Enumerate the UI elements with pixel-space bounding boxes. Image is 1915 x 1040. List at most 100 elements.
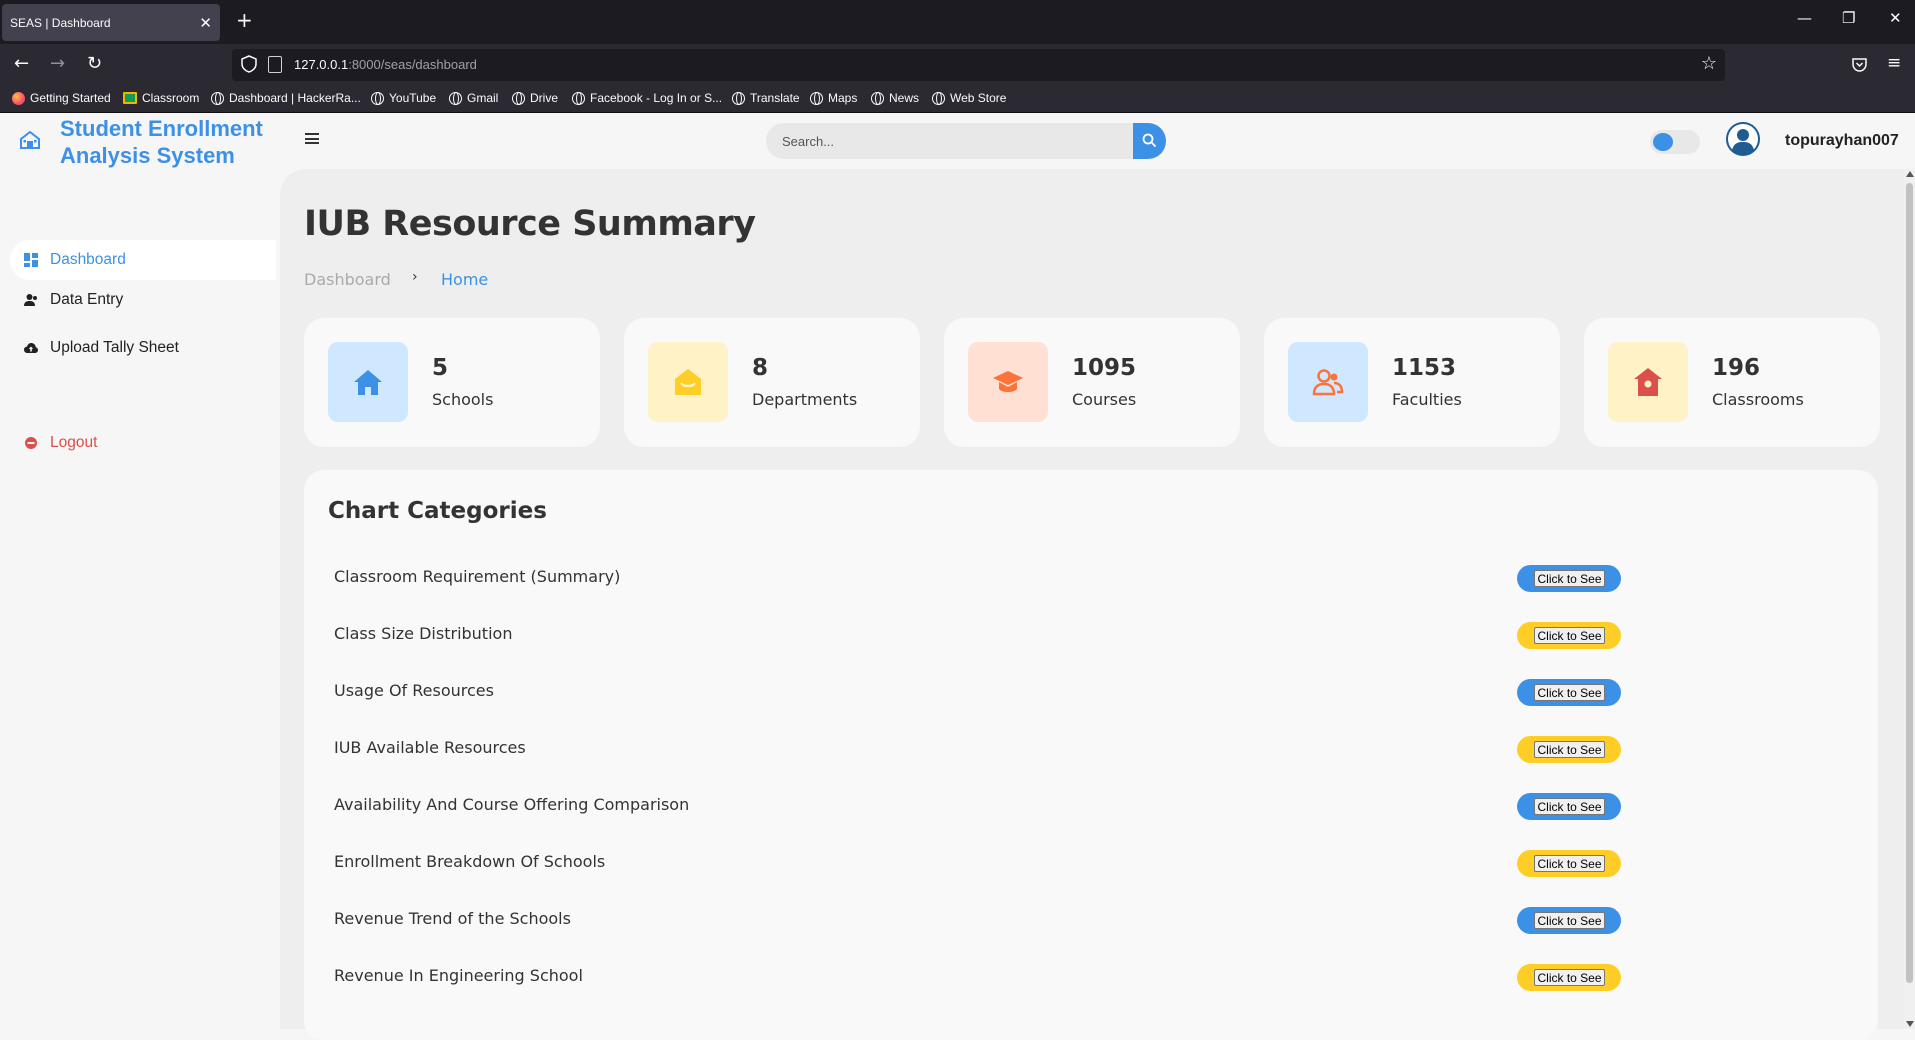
reload-icon[interactable]: ↻ <box>87 54 102 74</box>
globe-icon <box>211 91 224 105</box>
username[interactable]: topurayhan007 <box>1785 132 1899 150</box>
stat-card-faculties: 1153 Faculties <box>1264 318 1560 447</box>
url-path: :8000/seas/dashboard <box>348 57 477 72</box>
brand-line2: Analysis System <box>60 143 235 168</box>
bookmark-label: Dashboard | HackerRa... <box>229 91 361 105</box>
bookmark-label: Classroom <box>142 91 200 105</box>
window-close-icon[interactable]: ✕ <box>1889 11 1902 26</box>
chart-row: Availability And Course Offering Compari… <box>304 787 1878 827</box>
bookmark-drive[interactable]: Drive <box>512 91 558 105</box>
click-to-see-button[interactable]: Click to See <box>1534 912 1605 929</box>
pocket-icon[interactable] <box>1851 56 1868 73</box>
sidebar-item-upload-tally-sheet[interactable]: Upload Tally Sheet <box>10 328 276 368</box>
bookmark-web-store[interactable]: Web Store <box>932 91 1006 105</box>
browser-tab[interactable]: SEAS | Dashboard ✕ <box>2 4 220 41</box>
click-to-see-button[interactable]: Click to See <box>1534 570 1605 587</box>
stat-value: 196 <box>1712 355 1761 381</box>
url-host: 127.0.0.1 <box>294 57 349 72</box>
sidebar-item-data-entry[interactable]: Data Entry <box>10 280 276 320</box>
click-to-see-button[interactable]: Click to See <box>1534 969 1605 986</box>
bookmark-gmail[interactable]: Gmail <box>449 91 498 105</box>
sidebar-item-dashboard[interactable]: Dashboard <box>10 240 276 280</box>
bookmark-getting-started[interactable]: Getting Started <box>12 91 111 105</box>
classroom-icon <box>1634 368 1662 396</box>
bookmark-label: YouTube <box>389 91 437 105</box>
chart-row: Classroom Requirement (Summary) Click to… <box>304 559 1878 599</box>
bookmark-youtube[interactable]: YouTube <box>371 91 436 105</box>
stat-icon-box <box>1288 342 1368 422</box>
bookmark-label: Drive <box>530 91 559 105</box>
menu-icon[interactable]: ≡ <box>1887 53 1901 73</box>
breadcrumb-dashboard[interactable]: Dashboard <box>304 270 391 289</box>
click-to-see-button[interactable]: Click to See <box>1534 684 1605 701</box>
bookmark-label: News <box>889 91 920 105</box>
school-logo-icon <box>20 131 40 149</box>
url-bar[interactable]: 127.0.0.1:8000/seas/dashboard ☆ <box>232 49 1725 81</box>
scroll-thumb[interactable] <box>1906 183 1913 983</box>
breadcrumb-home[interactable]: Home <box>441 270 488 289</box>
bookmark-star-icon[interactable]: ☆ <box>1701 53 1717 74</box>
dark-mode-switch[interactable] <box>1650 130 1700 154</box>
status-pill: Click to See <box>1517 622 1621 649</box>
click-to-see-button[interactable]: Click to See <box>1534 798 1605 815</box>
stat-icon-box <box>648 342 728 422</box>
bookmark-classroom[interactable]: Classroom <box>123 91 199 105</box>
minimize-icon[interactable]: — <box>1797 11 1812 26</box>
stat-label: Schools <box>432 390 494 409</box>
bookmark-label: Web Store <box>950 91 1007 105</box>
avatar[interactable] <box>1726 122 1760 156</box>
globe-icon <box>572 91 585 105</box>
chart-row: Enrollment Breakdown Of Schools Click to… <box>304 844 1878 884</box>
globe-icon <box>449 91 462 105</box>
stat-value: 5 <box>432 355 449 381</box>
status-pill: Click to See <box>1517 679 1621 706</box>
close-tab-icon[interactable]: ✕ <box>199 14 212 32</box>
user-icon <box>24 294 37 306</box>
bookmark-translate[interactable]: Translate <box>732 91 800 105</box>
classroom-icon <box>123 92 137 104</box>
chart-row: IUB Available Resources Click to See <box>304 730 1878 770</box>
stat-card-classrooms: 196 Classrooms <box>1584 318 1880 447</box>
stat-card-schools: 5 Schools <box>304 318 600 447</box>
shield-icon <box>241 55 257 73</box>
status-pill: Click to See <box>1517 565 1621 592</box>
bookmarks-bar: Getting Started Classroom Dashboard | Ha… <box>0 86 1915 113</box>
status-pill: Click to See <box>1517 964 1621 991</box>
stat-value: 1153 <box>1392 355 1457 381</box>
home-icon <box>354 370 382 395</box>
scroll-up-arrow-icon[interactable] <box>1906 171 1914 177</box>
chart-categories-panel: Chart Categories Classroom Requirement (… <box>304 470 1878 1040</box>
new-tab-icon[interactable]: + <box>236 10 253 30</box>
stat-label: Classrooms <box>1712 390 1804 409</box>
forward-icon[interactable]: → <box>50 54 65 74</box>
scroll-down-arrow-icon[interactable] <box>1906 1021 1914 1027</box>
stat-icon-box <box>1608 342 1688 422</box>
bookmark-facebook[interactable]: Facebook - Log In or S... <box>572 91 722 105</box>
search-icon <box>1142 133 1157 148</box>
click-to-see-button[interactable]: Click to See <box>1534 855 1605 872</box>
sidebar-item-label: Upload Tally Sheet <box>50 339 179 356</box>
globe-icon <box>871 91 884 105</box>
back-icon[interactable]: ← <box>14 54 29 74</box>
brand-title[interactable]: Student Enrollment Analysis System <box>60 115 280 169</box>
sidebar-item-logout[interactable]: Logout <box>10 423 276 463</box>
globe-icon <box>512 91 525 105</box>
search-button[interactable] <box>1133 123 1166 159</box>
logout-label: Logout <box>50 434 98 451</box>
restore-icon[interactable]: ❐ <box>1842 11 1855 26</box>
stat-card-departments: 8 Departments <box>624 318 920 447</box>
click-to-see-button[interactable]: Click to See <box>1534 741 1605 758</box>
page-scrollbar[interactable] <box>1904 169 1915 1029</box>
status-pill: Click to See <box>1517 736 1621 763</box>
search-form <box>766 123 1166 159</box>
click-to-see-button[interactable]: Click to See <box>1534 627 1605 644</box>
bookmark-news[interactable]: News <box>871 91 919 105</box>
stat-card-courses: 1095 Courses <box>944 318 1240 447</box>
bookmark-maps[interactable]: Maps <box>810 91 857 105</box>
stat-label: Departments <box>752 390 858 409</box>
search-input[interactable] <box>766 123 1133 159</box>
chart-row: Revenue In Engineering School Click to S… <box>304 958 1878 998</box>
menu-toggle-icon[interactable] <box>305 133 319 144</box>
brand-line1: Student Enrollment <box>60 116 263 141</box>
bookmark-hackerrank[interactable]: Dashboard | HackerRa... <box>211 91 361 105</box>
